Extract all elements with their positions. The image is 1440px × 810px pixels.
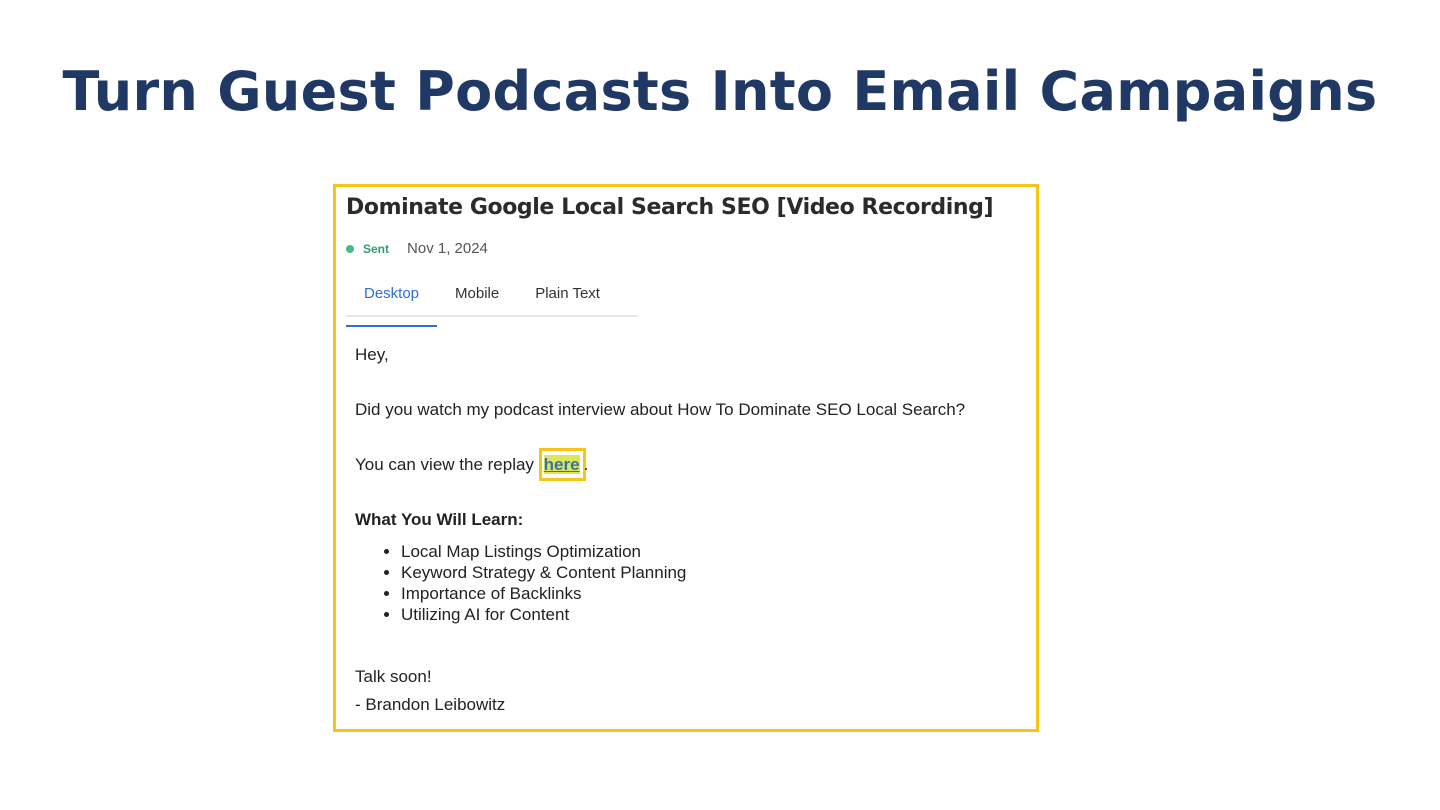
- list-item: Utilizing AI for Content: [401, 604, 686, 625]
- email-subject: Dominate Google Local Search SEO [Video …: [346, 195, 994, 220]
- tab-desktop[interactable]: Desktop: [346, 283, 438, 327]
- email-greeting: Hey,: [355, 345, 389, 364]
- replay-line-prefix: You can view the replay: [355, 455, 539, 474]
- email-meta-row: Sent Nov 1, 2024: [346, 240, 488, 257]
- replay-link[interactable]: here: [543, 455, 580, 474]
- preview-tabs: Desktop Mobile Plain Text: [346, 283, 638, 327]
- sent-date: Nov 1, 2024: [407, 240, 488, 257]
- list-item: Keyword Strategy & Content Planning: [401, 562, 686, 583]
- replay-line-suffix: .: [583, 455, 589, 474]
- email-replay-line: You can view the replay here.: [355, 448, 589, 481]
- email-signature: - Brandon Leibowitz: [355, 695, 506, 714]
- tab-plain-text[interactable]: Plain Text: [517, 283, 618, 315]
- email-intro-line: Did you watch my podcast interview about…: [355, 400, 966, 419]
- email-signoff: Talk soon!: [355, 667, 432, 686]
- email-preview-screenshot: Dominate Google Local Search SEO [Video …: [333, 184, 1039, 732]
- tab-mobile[interactable]: Mobile: [437, 283, 517, 315]
- status-dot-icon: [346, 244, 354, 253]
- status-badge: Sent: [363, 241, 390, 256]
- list-item: Local Map Listings Optimization: [401, 541, 686, 562]
- learn-list: Local Map Listings Optimization Keyword …: [355, 541, 686, 625]
- link-highlight-box: here: [538, 448, 586, 481]
- list-item: Importance of Backlinks: [401, 583, 686, 604]
- learn-heading: What You Will Learn:: [355, 510, 524, 529]
- slide-title: Turn Guest Podcasts Into Email Campaigns: [62, 60, 1378, 124]
